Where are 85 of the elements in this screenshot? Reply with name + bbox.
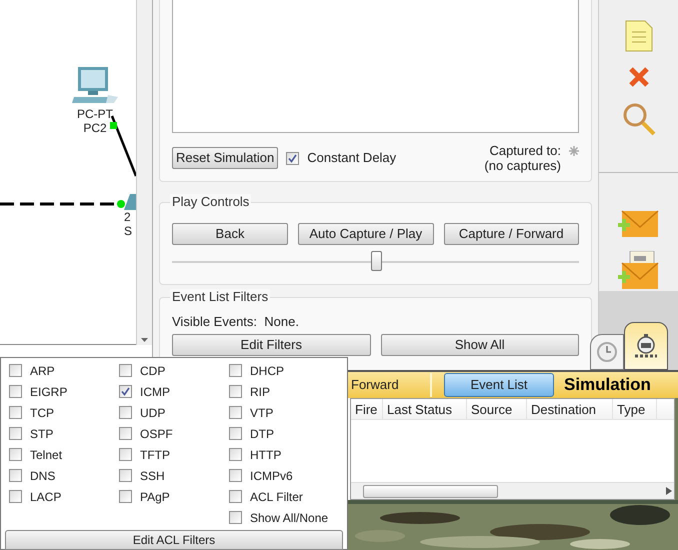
visible-events-text: Visible Events: None. bbox=[172, 313, 300, 331]
search-icon[interactable] bbox=[622, 102, 656, 136]
checkbox[interactable] bbox=[119, 364, 132, 377]
scroll-down-icon[interactable] bbox=[141, 338, 148, 342]
captured-value: (no captures) bbox=[484, 158, 561, 173]
checkbox[interactable] bbox=[9, 406, 22, 419]
filter-label: HTTP bbox=[250, 446, 282, 464]
filter-label: ARP bbox=[30, 362, 55, 380]
checkbox[interactable] bbox=[229, 490, 242, 503]
filter-label: OSPF bbox=[140, 426, 173, 442]
button[interactable]: Capture / Forward bbox=[444, 223, 579, 245]
checkbox[interactable] bbox=[9, 385, 22, 398]
filter-label: RIP bbox=[250, 384, 270, 400]
filter-label: DHCP bbox=[250, 362, 284, 380]
stopwatch-icon bbox=[633, 333, 659, 359]
filter-label: TCP bbox=[30, 404, 54, 422]
checkbox[interactable] bbox=[9, 469, 22, 482]
note-icon[interactable] bbox=[624, 20, 652, 52]
slider-thumb[interactable] bbox=[370, 251, 382, 271]
speed-slider[interactable] bbox=[172, 251, 579, 273]
horizontal-scrollbar[interactable] bbox=[351, 482, 674, 499]
filter-label: DNS bbox=[30, 468, 56, 484]
filter-label: VTP bbox=[250, 404, 274, 422]
realtime-tab[interactable] bbox=[590, 334, 624, 370]
checkbox[interactable] bbox=[229, 427, 242, 440]
device-name: PC2 bbox=[83, 121, 107, 135]
button[interactable]: Edit Filters bbox=[172, 334, 370, 356]
device-name: S bbox=[124, 224, 132, 238]
checkbox[interactable] bbox=[119, 448, 132, 461]
mode-title: Simulation bbox=[564, 374, 651, 396]
scrollbar-thumb[interactable] bbox=[363, 484, 498, 498]
checkbox[interactable] bbox=[286, 152, 300, 164]
checkbox[interactable] bbox=[9, 448, 22, 461]
filter-label: PAgP bbox=[140, 488, 170, 506]
checkbox[interactable] bbox=[229, 385, 242, 398]
captured-label: Captured to: bbox=[489, 143, 561, 158]
filter-label: TFTP bbox=[140, 446, 170, 464]
filter-label: CDP bbox=[140, 362, 166, 380]
filter-label: ACL Filter bbox=[250, 488, 303, 506]
checkbox[interactable] bbox=[119, 427, 132, 440]
filter-label: UDP bbox=[140, 404, 166, 422]
filter-label: ICMP bbox=[140, 384, 170, 400]
button[interactable]: Auto Capture / Play bbox=[298, 223, 434, 245]
asterisk-icon bbox=[569, 146, 579, 156]
checkbox[interactable] bbox=[229, 511, 242, 524]
checkbox[interactable] bbox=[9, 490, 22, 503]
checkbox[interactable] bbox=[9, 427, 22, 440]
tab[interactable]: Event List bbox=[444, 373, 554, 397]
checkbox[interactable] bbox=[229, 364, 242, 377]
checkbox[interactable] bbox=[119, 406, 132, 419]
filter-label: ICMPv6 bbox=[250, 468, 293, 484]
column-header[interactable]: Source bbox=[467, 399, 527, 419]
checkbox[interactable] bbox=[119, 385, 132, 398]
device-model: 2 bbox=[124, 210, 131, 224]
button[interactable]: Show All bbox=[380, 334, 579, 356]
column-header[interactable]: Fire bbox=[351, 399, 383, 419]
checkbox[interactable] bbox=[229, 469, 242, 482]
filter-label: DTP bbox=[250, 426, 274, 442]
checkbox[interactable] bbox=[229, 406, 242, 419]
checkbox[interactable] bbox=[119, 490, 132, 503]
column-header[interactable]: Last Status bbox=[383, 399, 467, 419]
device-model: PC-PT bbox=[77, 107, 113, 121]
checkbox[interactable] bbox=[229, 448, 242, 461]
button[interactable]: Reset Simulation bbox=[172, 147, 278, 169]
clock-icon bbox=[596, 341, 618, 363]
checkbox[interactable] bbox=[119, 469, 132, 482]
checkbox[interactable] bbox=[9, 364, 22, 377]
filter-label: Telnet bbox=[30, 446, 62, 464]
filter-label: EIGRP bbox=[30, 384, 68, 400]
delete-icon[interactable] bbox=[628, 66, 650, 88]
column-header[interactable]: Destination bbox=[527, 399, 613, 419]
edit-acl-filters-button[interactable]: Edit ACL Filters bbox=[5, 530, 343, 550]
button[interactable]: Back bbox=[172, 223, 288, 245]
filter-label: LACP bbox=[30, 488, 62, 506]
link-light bbox=[110, 122, 117, 129]
filter-label: SSH bbox=[140, 468, 165, 484]
scroll-right-icon[interactable] bbox=[666, 487, 672, 495]
filter-label: Show All/None bbox=[250, 510, 328, 526]
group-title: Play Controls bbox=[170, 194, 252, 210]
open-envelope-add-icon[interactable] bbox=[618, 251, 660, 291]
vertical-scrollbar[interactable] bbox=[136, 0, 152, 345]
simulation-tab[interactable] bbox=[624, 322, 668, 370]
checkbox-label: Constant Delay bbox=[307, 149, 396, 168]
column-header[interactable]: Type bbox=[613, 399, 657, 419]
filter-label: STP bbox=[30, 426, 54, 442]
